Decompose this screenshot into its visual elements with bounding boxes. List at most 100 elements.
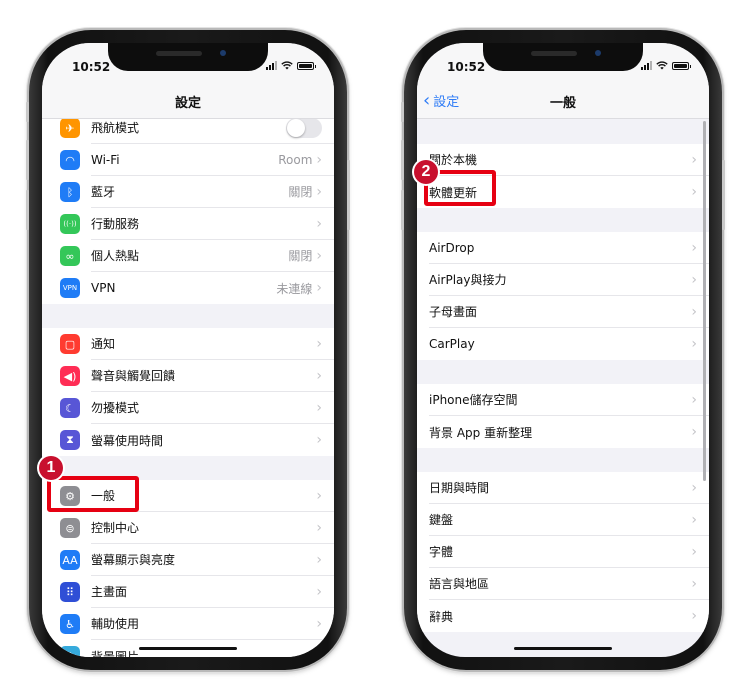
- row-content: iPhone儲存空間 ›: [429, 384, 709, 416]
- row-value: 關閉: [288, 185, 313, 199]
- row-content: 字體 ›: [429, 536, 709, 568]
- settings-group: iPhone儲存空間 › 背景 App 重新整理 ›: [417, 384, 709, 448]
- chevron-right-icon: ›: [316, 519, 322, 536]
- chevron-right-icon: ›: [691, 271, 697, 288]
- settings-row[interactable]: ∞ 個人熱點 關閉 ›: [42, 240, 334, 272]
- row-label: 主畫面: [91, 585, 128, 599]
- row-label: CarPlay: [429, 337, 475, 351]
- airplane-mode-toggle[interactable]: [286, 117, 322, 138]
- chevron-right-icon: ›: [316, 215, 322, 232]
- chevron-right-icon: ›: [316, 399, 322, 416]
- row-label: 個人熱點: [91, 249, 140, 263]
- chevron-right-icon: ›: [316, 432, 322, 448]
- row-content: AirDrop ›: [429, 232, 709, 264]
- row-label: 控制中心: [91, 521, 140, 535]
- row-content: 行動服務 ›: [91, 208, 334, 240]
- vpn-icon: VPN: [60, 278, 80, 298]
- battery-icon: [297, 61, 316, 70]
- settings-row[interactable]: ⠿ 主畫面 ›: [42, 576, 334, 608]
- row-value: 未連線: [276, 281, 313, 296]
- status-time: 10:52: [72, 60, 111, 74]
- section-gap: [417, 120, 709, 144]
- settings-row[interactable]: ☾ 勿擾模式 ›: [42, 392, 334, 424]
- settings-row[interactable]: ◠ Wi-Fi Room ›: [42, 144, 334, 176]
- chevron-right-icon: ›: [316, 335, 322, 352]
- chevron-right-icon: ›: [691, 608, 697, 624]
- row-content: 輔助使用 ›: [91, 608, 334, 640]
- nav-bar: ‹ 設定 一般: [417, 87, 709, 119]
- row-label: AirDrop: [429, 240, 475, 255]
- chevron-right-icon: ›: [316, 648, 322, 657]
- cellular-signal-icon: [641, 61, 652, 70]
- settings-row[interactable]: ♿ 輔助使用 ›: [42, 608, 334, 640]
- settings-row[interactable]: 語言與地區 ›: [417, 568, 709, 600]
- settings-row[interactable]: ᛒ 藍牙 關閉 ›: [42, 176, 334, 208]
- home-indicator[interactable]: [514, 647, 612, 650]
- row-label: 背景 App 重新整理: [429, 425, 533, 440]
- moon-icon: ☾: [60, 398, 80, 418]
- highlight-box-general: [47, 476, 139, 512]
- display-icon: AA: [60, 550, 80, 570]
- settings-row[interactable]: iPhone儲存空間 ›: [417, 384, 709, 416]
- wifi-status-icon: [656, 61, 668, 70]
- row-label: 鍵盤: [429, 513, 454, 527]
- chevron-right-icon: ›: [691, 336, 697, 352]
- home-screen-icon: ⠿: [60, 582, 80, 602]
- bluetooth-icon: ᛒ: [60, 182, 80, 202]
- settings-row[interactable]: AirDrop ›: [417, 232, 709, 264]
- row-label: 辭典: [429, 609, 454, 624]
- settings-row[interactable]: ◀) 聲音與觸覺回饋 ›: [42, 360, 334, 392]
- chevron-right-icon: ›: [316, 367, 322, 384]
- volume-down-button: [26, 190, 29, 230]
- step-badge-1: 1: [39, 456, 63, 480]
- row-content: 勿擾模式 ›: [91, 392, 334, 424]
- settings-row[interactable]: CarPlay ›: [417, 328, 709, 360]
- settings-row[interactable]: 子母畫面 ›: [417, 296, 709, 328]
- row-content: 控制中心 ›: [91, 512, 334, 544]
- settings-row[interactable]: AA 螢幕顯示與亮度 ›: [42, 544, 334, 576]
- home-indicator[interactable]: [139, 647, 237, 650]
- right-screen: 10:52 ‹ 設定 一般 關於本機 › 軟體更新 › AirDrop › AirPlay與…: [417, 43, 709, 657]
- settings-row[interactable]: ⧗ 螢幕使用時間 ›: [42, 424, 334, 456]
- settings-row[interactable]: AirPlay與接力 ›: [417, 264, 709, 296]
- settings-row[interactable]: VPN VPN 未連線 ›: [42, 272, 334, 304]
- battery-icon: [672, 61, 691, 70]
- row-label: 勿擾模式: [91, 401, 140, 415]
- chevron-right-icon: ›: [316, 280, 322, 296]
- settings-row[interactable]: ⊜ 控制中心 ›: [42, 512, 334, 544]
- row-label: VPN: [91, 281, 116, 295]
- scrollbar[interactable]: [703, 121, 706, 481]
- chevron-right-icon: ›: [691, 184, 697, 200]
- settings-row[interactable]: 日期與時間 ›: [417, 472, 709, 504]
- settings-row[interactable]: 字體 ›: [417, 536, 709, 568]
- section-gap: [417, 448, 709, 472]
- row-label: 螢幕使用時間: [91, 433, 164, 448]
- settings-row[interactable]: ▢ 通知 ›: [42, 328, 334, 360]
- row-content: VPN 未連線 ›: [91, 272, 334, 304]
- page-title: 一般: [549, 96, 576, 111]
- chevron-right-icon: ›: [316, 183, 322, 200]
- row-label: 藍牙: [91, 185, 116, 199]
- cellular-icon: ((·)): [60, 214, 80, 234]
- settings-row[interactable]: 辭典 ›: [417, 600, 709, 632]
- volume-up-button: [401, 140, 404, 180]
- row-content: 螢幕顯示與亮度 ›: [91, 544, 334, 576]
- power-button: [722, 160, 725, 230]
- chevron-right-icon: ›: [691, 575, 697, 592]
- wifi-icon: ◠: [60, 150, 80, 170]
- chevron-right-icon: ›: [316, 151, 322, 168]
- row-label: 語言與地區: [429, 577, 490, 591]
- row-value: 關閉: [288, 249, 313, 263]
- settings-row[interactable]: ((·)) 行動服務 ›: [42, 208, 334, 240]
- status-time: 10:52: [447, 60, 486, 74]
- row-content: 通知 ›: [91, 328, 334, 360]
- chevron-right-icon: ›: [691, 151, 697, 168]
- row-label: 行動服務: [91, 217, 140, 231]
- row-label: iPhone儲存空間: [429, 393, 518, 407]
- settings-row[interactable]: 鍵盤 ›: [417, 504, 709, 536]
- chevron-right-icon: ›: [316, 551, 322, 568]
- page-title: 設定: [174, 96, 201, 111]
- settings-row[interactable]: 背景 App 重新整理 ›: [417, 416, 709, 448]
- row-label: Wi-Fi: [91, 152, 120, 167]
- row-content: AirPlay與接力 ›: [429, 264, 709, 296]
